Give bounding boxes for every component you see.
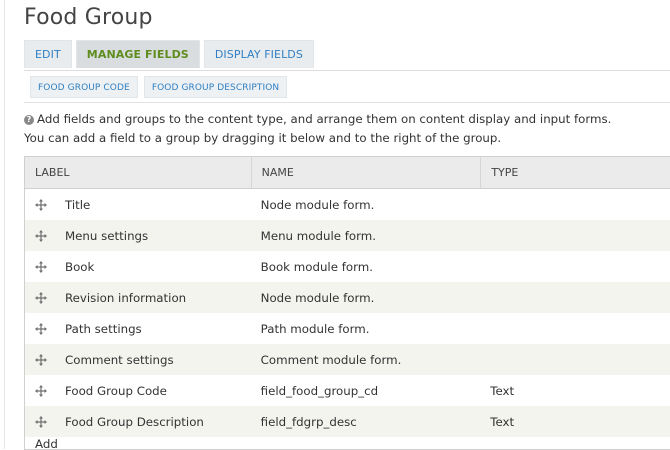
row-label-cell: Food Group Description [25, 415, 251, 429]
header-type: TYPE [480, 157, 670, 188]
help-line-2: You can add a field to a group by draggi… [24, 131, 502, 145]
table-row: Title Node module form. [25, 189, 670, 220]
tab-manage-fields[interactable]: MANAGE FIELDS [75, 40, 200, 68]
row-name: field_fdgrp_desc [260, 414, 357, 429]
fields-table: LABEL NAME TYPE Title Node module form. … [24, 156, 670, 450]
table-row: Revision information Node module form. [25, 282, 670, 313]
row-label: Book [65, 259, 95, 274]
page-title: Food Group [24, 5, 153, 30]
add-row-label: Add [35, 437, 58, 449]
row-name: field_food_group_cd [260, 383, 379, 398]
left-border [4, 0, 5, 449]
secondary-tabs: FOOD GROUP CODE FOOD GROUP DESCRIPTION [30, 76, 288, 98]
row-label-cell: Path settings [25, 322, 251, 336]
row-label: Comment settings [65, 352, 174, 367]
row-label: Food Group Code [65, 383, 167, 398]
row-name: Book module form. [260, 259, 373, 274]
row-name: Node module form. [260, 290, 375, 305]
row-label-cell: Menu settings [25, 229, 251, 243]
primary-tabs: EDIT MANAGE FIELDS DISPLAY FIELDS [24, 40, 314, 70]
row-name: Menu module form. [260, 228, 376, 243]
row-label: Food Group Description [65, 414, 204, 429]
drag-handle-icon[interactable] [35, 198, 47, 211]
subtab-food-group-code[interactable]: FOOD GROUP CODE [30, 76, 138, 98]
row-label-cell: Revision information [25, 291, 251, 305]
row-label-cell: Comment settings [25, 353, 251, 367]
row-type: Text [490, 383, 515, 398]
drag-handle-icon[interactable] [35, 384, 47, 397]
table-row: Comment settings Comment module form. [25, 344, 670, 375]
row-label: Revision information [65, 290, 187, 305]
table-header: LABEL NAME TYPE [25, 157, 670, 189]
help-line-1: ? Add fields and groups to the content ty… [24, 110, 611, 129]
row-label: Path settings [65, 321, 142, 336]
row-label-cell: Food Group Code [25, 384, 251, 398]
row-label: Title [65, 197, 91, 212]
header-name: NAME [250, 157, 481, 188]
primary-tabs-divider [24, 70, 670, 71]
row-type: Text [490, 414, 515, 429]
header-label: LABEL [35, 166, 70, 179]
drag-handle-icon[interactable] [35, 415, 47, 428]
table-row: Path settings Path module form. [25, 313, 670, 344]
secondary-tabs-divider [24, 102, 670, 103]
table-row: Book Book module form. [25, 251, 670, 282]
drag-handle-icon[interactable] [35, 322, 47, 335]
row-name: Comment module form. [260, 352, 402, 367]
row-label-cell: Book [25, 260, 251, 274]
help-text: ? Add fields and groups to the content ty… [24, 110, 611, 148]
drag-handle-icon[interactable] [35, 353, 47, 366]
drag-handle-icon[interactable] [35, 229, 47, 242]
table-row: Menu settings Menu module form. [25, 220, 670, 251]
help-line-1-text: Add fields and groups to the content typ… [37, 112, 612, 126]
row-label: Menu settings [65, 228, 149, 243]
table-row: Food Group Code field_food_group_cd Text [25, 375, 670, 406]
subtab-food-group-description[interactable]: FOOD GROUP DESCRIPTION [143, 76, 288, 98]
tab-edit[interactable]: EDIT [24, 40, 72, 68]
page: Food Group EDIT MANAGE FIELDS DISPLAY FI… [0, 0, 670, 450]
help-icon: ? [24, 115, 34, 125]
drag-handle-icon[interactable] [35, 260, 47, 273]
table-row: Food Group Description field_fdgrp_desc … [25, 406, 670, 437]
row-name: Node module form. [260, 197, 375, 212]
drag-handle-icon[interactable] [35, 291, 47, 304]
tab-display-fields[interactable]: DISPLAY FIELDS [203, 40, 314, 68]
row-name: Path module form. [260, 321, 370, 336]
row-label-cell: Title [25, 198, 251, 212]
